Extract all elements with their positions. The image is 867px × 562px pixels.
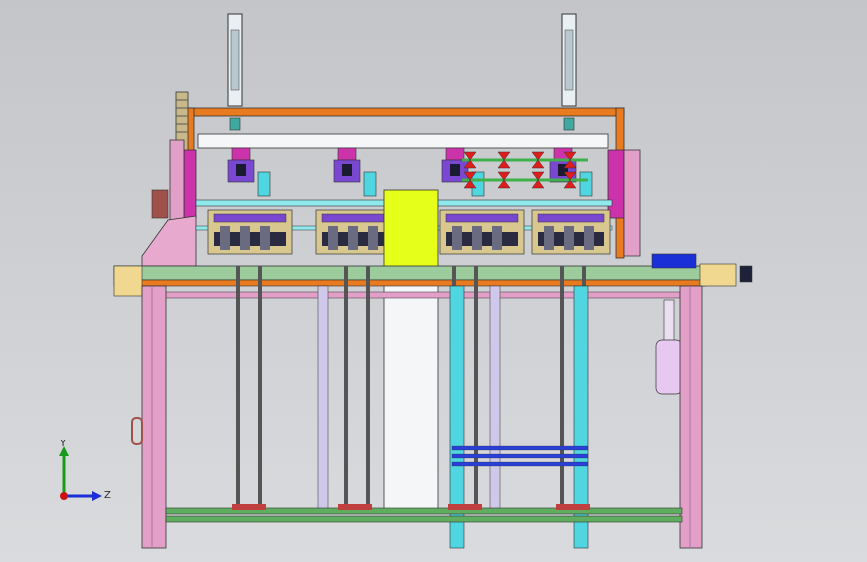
gripper-module-2 [333,147,377,197]
blue-bar-stack [451,445,589,467]
y-axis-label: Y [59,440,67,449]
leg-right [679,285,703,549]
clamp-assembly-3 [439,209,525,255]
coordinate-triad: Y Z [59,440,111,501]
clamp-assembly-4 [531,209,611,255]
gripper-module-1 [227,147,271,197]
gripper-module-3 [441,147,485,197]
upper-white-beam [197,133,609,149]
side-bracket-right [607,149,641,257]
center-panel [383,189,439,513]
clamp-assembly-1 [207,209,293,255]
pneumatic-cylinder [655,299,683,395]
z-axis-arrow [92,491,102,501]
z-axis-label: Z [104,490,111,501]
leg-left [131,285,167,549]
cad-viewport[interactable] [0,0,867,562]
side-bracket-left [141,139,197,267]
x-axis-dot [60,492,68,500]
